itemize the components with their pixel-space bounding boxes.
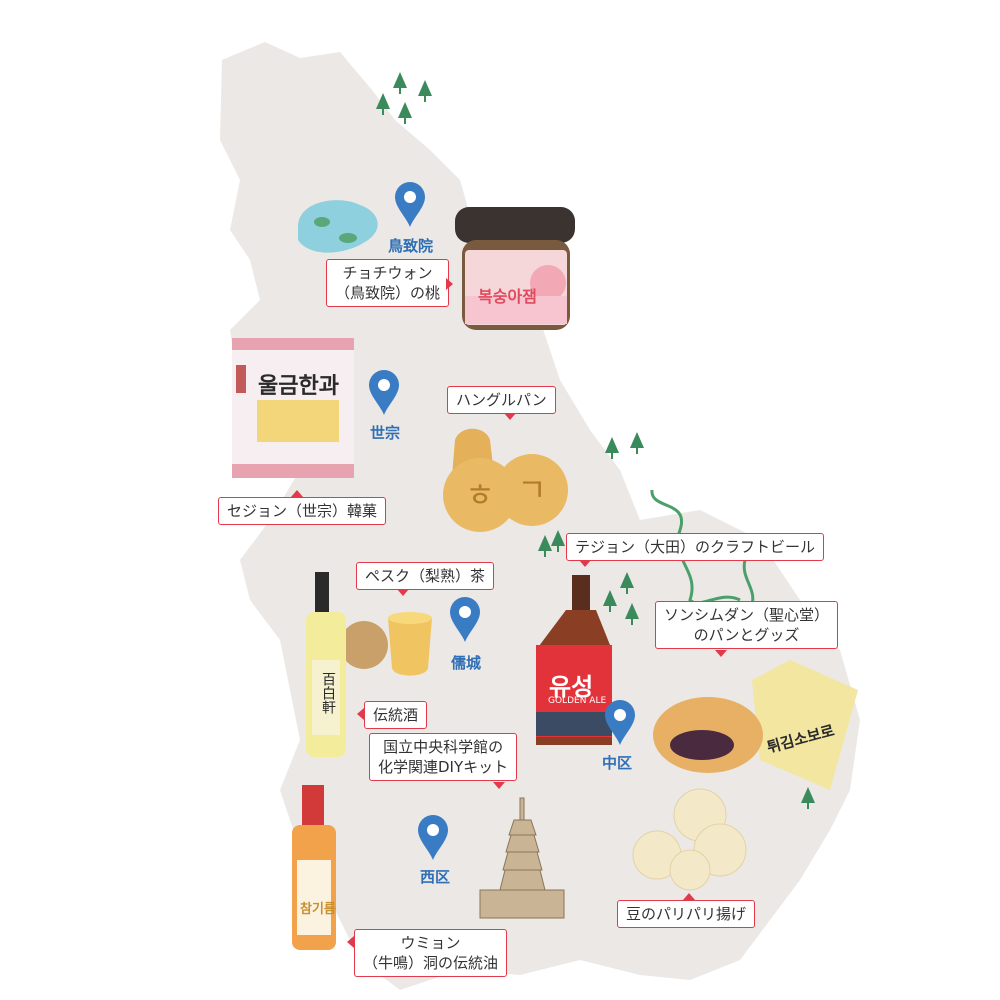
map-canvas: ㅎ ㄱ xyxy=(220,42,860,990)
callout-pointer xyxy=(446,278,453,290)
callout-pointer xyxy=(291,490,303,497)
callout-pointer xyxy=(579,560,591,567)
callout-text: ソンシムダン（聖心堂） xyxy=(664,606,830,624)
pin-label-seo: 西区 xyxy=(420,868,451,886)
callout-text: ハングルパン xyxy=(456,391,547,409)
callout-oil[interactable]: ウミョン （牛鳴）洞の伝統油 xyxy=(354,929,508,977)
callout-text: 豆のパリパリ揚げ xyxy=(626,905,747,923)
callout-text: のパンとグッズ xyxy=(693,626,800,644)
callout-pointer xyxy=(683,893,695,900)
beer-sub-label: GOLDEN ALE xyxy=(548,696,607,706)
callout-text: 国立中央科学館の xyxy=(383,738,504,756)
pin-label-jung: 中区 xyxy=(602,754,633,772)
callout-hangwa[interactable]: セジョン（世宗）韓菓 xyxy=(218,497,387,525)
oil-label: 참기름 xyxy=(300,902,336,917)
callout-pear-tea[interactable]: ペスク（梨熟）茶 xyxy=(356,562,495,590)
callout-pointer xyxy=(504,413,516,420)
lake-island xyxy=(314,217,330,227)
liquor-label: 百白軒 xyxy=(320,672,336,714)
peach-jam-jar xyxy=(455,207,575,330)
callout-diy-kit[interactable]: 国立中央科学館の 化学関連DIYキット xyxy=(369,733,518,781)
callout-sungsimdang[interactable]: ソンシムダン（聖心堂） のパンとグッズ xyxy=(655,601,839,649)
callout-hangul-bread[interactable]: ハングルパン xyxy=(447,386,556,414)
hangwa-label: 울금한과 xyxy=(258,374,339,399)
callout-craft-beer[interactable]: テジョン（大田）のクラフトビール xyxy=(566,533,825,561)
callout-text: 伝統酒 xyxy=(373,706,419,724)
callout-liquor[interactable]: 伝統酒 xyxy=(364,701,428,729)
callout-text: （牛鳴）洞の伝統油 xyxy=(363,954,499,972)
lake-island xyxy=(339,233,357,243)
callout-pointer xyxy=(493,782,505,789)
callout-text: ペスク（梨熟）茶 xyxy=(365,567,486,585)
callout-text: テジョン（大田）のクラフトビール xyxy=(575,538,816,556)
callout-pointer xyxy=(397,589,409,596)
callout-pointer xyxy=(357,708,364,720)
callout-peach[interactable]: チョチウォン （鳥致院）の桃 xyxy=(326,259,450,307)
callout-text: 化学関連DIYキット xyxy=(378,758,509,776)
callout-pointer xyxy=(715,650,727,657)
hangwa-bag xyxy=(232,338,354,478)
pin-label-chochiwon: 鳥致院 xyxy=(388,237,434,255)
pin-label-yuseong: 儒城 xyxy=(451,654,482,672)
callout-text: チョチウォン xyxy=(342,264,433,282)
svg-text:ㅎ: ㅎ xyxy=(465,476,494,514)
svg-text:ㄱ: ㄱ xyxy=(517,471,546,509)
callout-text: （鳥致院）の桃 xyxy=(335,284,441,302)
callout-text: セジョン（世宗）韓菓 xyxy=(227,502,378,520)
callout-bean[interactable]: 豆のパリパリ揚げ xyxy=(617,900,756,928)
callout-text: ウミョン xyxy=(400,934,461,952)
jam-label: 복숭아잼 xyxy=(478,287,537,306)
callout-pointer xyxy=(347,936,354,948)
pin-label-sejong: 世宗 xyxy=(370,424,401,442)
